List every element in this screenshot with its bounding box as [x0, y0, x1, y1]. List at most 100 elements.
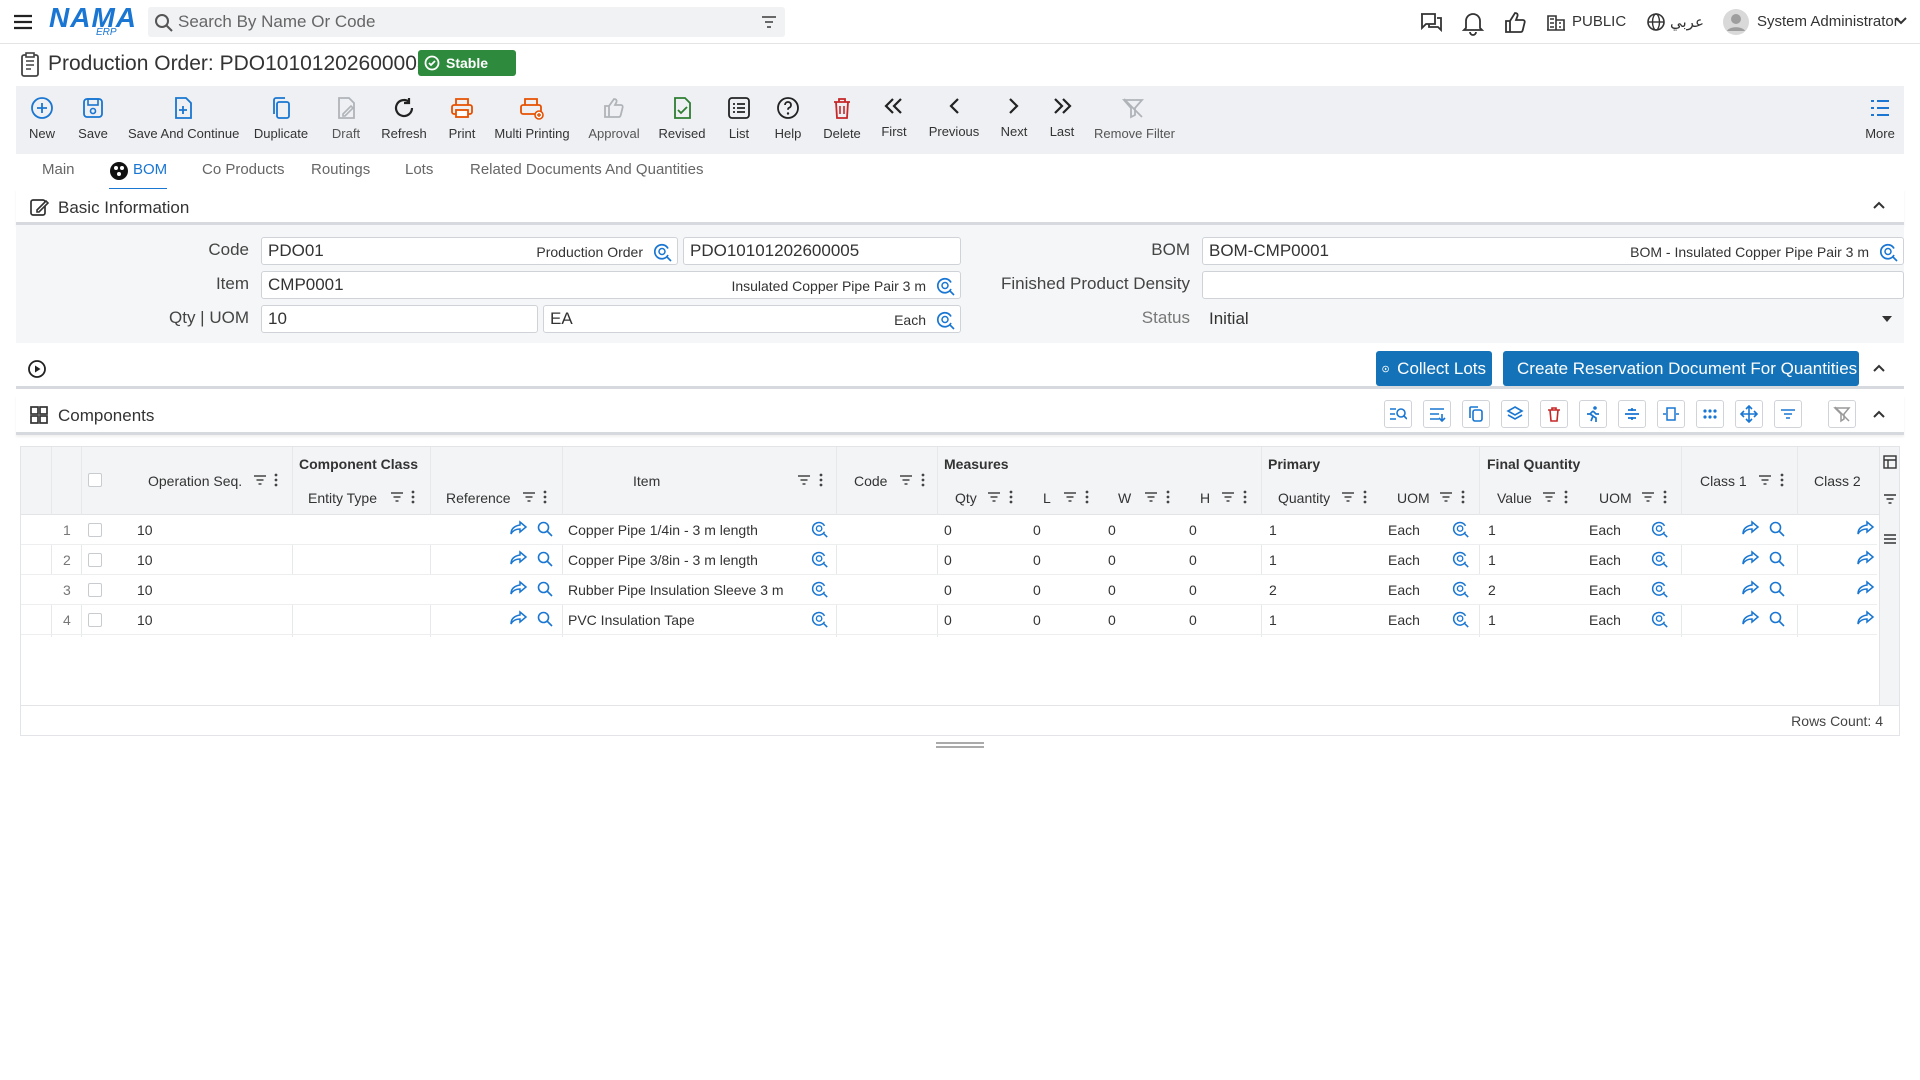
column-menu-icon[interactable]	[1085, 490, 1089, 504]
cell-w[interactable]: 0	[1108, 522, 1116, 538]
search-class1-icon[interactable]	[1768, 610, 1786, 628]
notification-bell-icon[interactable]	[1460, 10, 1486, 36]
dropdown-arrow-icon[interactable]	[1881, 315, 1893, 323]
open-class2-icon[interactable]	[1857, 520, 1875, 536]
filter-icon[interactable]	[1883, 493, 1897, 505]
cell-quantity[interactable]: 2	[1269, 582, 1277, 598]
table-row[interactable]: 2 10 Copper Pipe 3/8in - 3 m length 0 0 0 0 1 Ea…	[21, 545, 1877, 575]
copy-rows-icon[interactable]	[1462, 400, 1490, 428]
open-class2-icon[interactable]	[1857, 550, 1875, 566]
search-reference-icon[interactable]	[536, 520, 554, 538]
column-menu-icon[interactable]	[1461, 490, 1465, 504]
lookup-icon[interactable]	[1452, 550, 1470, 568]
cell-item[interactable]: Rubber Pipe Insulation Sleeve 3 m	[568, 582, 784, 598]
table-row[interactable]: 3 10 Rubber Pipe Insulation Sleeve 3 m 0 0 0 0…	[21, 575, 1877, 605]
uom-field[interactable]: Each	[543, 305, 961, 333]
bom-field[interactable]: BOM - Insulated Copper Pipe Pair 3 m	[1202, 237, 1904, 265]
cell-l[interactable]: 0	[1033, 552, 1041, 568]
duplicate-button[interactable]: Duplicate	[252, 86, 310, 154]
open-class1-icon[interactable]	[1742, 520, 1760, 536]
resize-handle[interactable]	[936, 742, 984, 748]
cell-qty[interactable]: 0	[944, 552, 952, 568]
open-reference-icon[interactable]	[510, 580, 528, 596]
previous-record-button[interactable]: Previous	[926, 86, 982, 154]
cell-final-value[interactable]: 1	[1488, 522, 1496, 538]
save-button[interactable]: Save	[74, 86, 112, 154]
play-circle-icon[interactable]	[27, 359, 47, 379]
header-h[interactable]: H	[1200, 490, 1210, 506]
revised-button[interactable]: Revised	[656, 86, 708, 154]
cell-w[interactable]: 0	[1108, 612, 1116, 628]
filter-icon[interactable]	[1758, 474, 1772, 486]
column-menu-icon[interactable]	[921, 473, 925, 487]
header-reference[interactable]: Reference	[446, 490, 511, 506]
first-record-button[interactable]: First	[878, 86, 910, 154]
remove-filter-button[interactable]: Remove Filter	[1094, 86, 1175, 154]
search-rows-icon[interactable]	[1384, 400, 1412, 428]
cell-final-value[interactable]: 1	[1488, 552, 1496, 568]
cell-qty[interactable]: 0	[944, 612, 952, 628]
move-arrows-icon[interactable]	[1735, 400, 1763, 428]
open-class1-icon[interactable]	[1742, 610, 1760, 626]
row-checkbox[interactable]	[88, 553, 102, 567]
column-menu-icon[interactable]	[411, 490, 415, 504]
code-field[interactable]: Production Order	[261, 237, 678, 265]
search-class1-icon[interactable]	[1768, 550, 1786, 568]
delete-button[interactable]: Delete	[822, 86, 862, 154]
row-checkbox[interactable]	[88, 583, 102, 597]
delete-rows-icon[interactable]	[1540, 400, 1568, 428]
column-menu-icon[interactable]	[1780, 473, 1784, 487]
cell-final-uom[interactable]: Each	[1589, 582, 1621, 598]
filter-icon[interactable]	[1641, 491, 1655, 503]
cell-operation-seq[interactable]: 10	[137, 552, 153, 568]
cell-operation-seq[interactable]: 10	[137, 522, 153, 538]
lookup-icon[interactable]	[653, 242, 673, 262]
status-value[interactable]	[1209, 306, 1629, 332]
cell-final-value[interactable]: 1	[1488, 612, 1496, 628]
lookup-icon[interactable]	[1879, 242, 1899, 262]
filter-icon[interactable]	[899, 474, 913, 486]
filter-icon[interactable]	[761, 15, 777, 29]
dots-grid-icon[interactable]	[1696, 400, 1724, 428]
search-reference-icon[interactable]	[536, 550, 554, 568]
cell-w[interactable]: 0	[1108, 552, 1116, 568]
cell-operation-seq[interactable]: 10	[137, 582, 153, 598]
header-entity-type[interactable]: Entity Type	[308, 490, 377, 506]
cell-final-uom[interactable]: Each	[1589, 552, 1621, 568]
more-button[interactable]: More	[1864, 86, 1896, 154]
language-switch[interactable]: عربي	[1670, 13, 1704, 31]
cell-qty[interactable]: 0	[944, 582, 952, 598]
public-label[interactable]: PUBLIC	[1572, 13, 1626, 30]
header-w[interactable]: W	[1118, 490, 1131, 506]
lookup-icon[interactable]	[1452, 520, 1470, 538]
header-operation-seq[interactable]: Operation Seq.	[148, 473, 242, 489]
filter-icon[interactable]	[253, 474, 267, 486]
cell-h[interactable]: 0	[1189, 552, 1197, 568]
lookup-icon[interactable]	[936, 310, 956, 330]
filter-icon[interactable]	[1439, 491, 1453, 503]
header-value[interactable]: Value	[1497, 490, 1532, 506]
lookup-icon[interactable]	[811, 520, 829, 538]
multi-printing-button[interactable]: Multi Printing	[494, 86, 570, 154]
cell-final-uom[interactable]: Each	[1589, 612, 1621, 628]
filter-icon[interactable]	[1063, 491, 1077, 503]
row-checkbox[interactable]	[88, 523, 102, 537]
open-reference-icon[interactable]	[510, 520, 528, 536]
filter-icon[interactable]	[987, 491, 1001, 503]
column-menu-icon[interactable]	[1564, 490, 1568, 504]
draft-button[interactable]: Draft	[326, 86, 366, 154]
filter-off-icon[interactable]	[1828, 400, 1856, 428]
thumbs-up-icon[interactable]	[1502, 10, 1528, 36]
header-uom[interactable]: UOM	[1397, 490, 1430, 506]
list-button[interactable]: List	[724, 86, 754, 154]
open-class1-icon[interactable]	[1742, 550, 1760, 566]
density-field[interactable]	[1202, 271, 1904, 299]
chevron-up-icon[interactable]	[1872, 409, 1886, 419]
cell-uom[interactable]: Each	[1388, 522, 1420, 538]
chevron-up-icon[interactable]	[1872, 200, 1886, 210]
filter-icon[interactable]	[797, 474, 811, 486]
column-menu-icon[interactable]	[543, 490, 547, 504]
header-qty[interactable]: Qty	[955, 490, 977, 506]
nama-erp-logo[interactable]: NAMA ERP	[49, 4, 136, 40]
tab-related-documents[interactable]: Related Documents And Quantities	[470, 160, 703, 190]
